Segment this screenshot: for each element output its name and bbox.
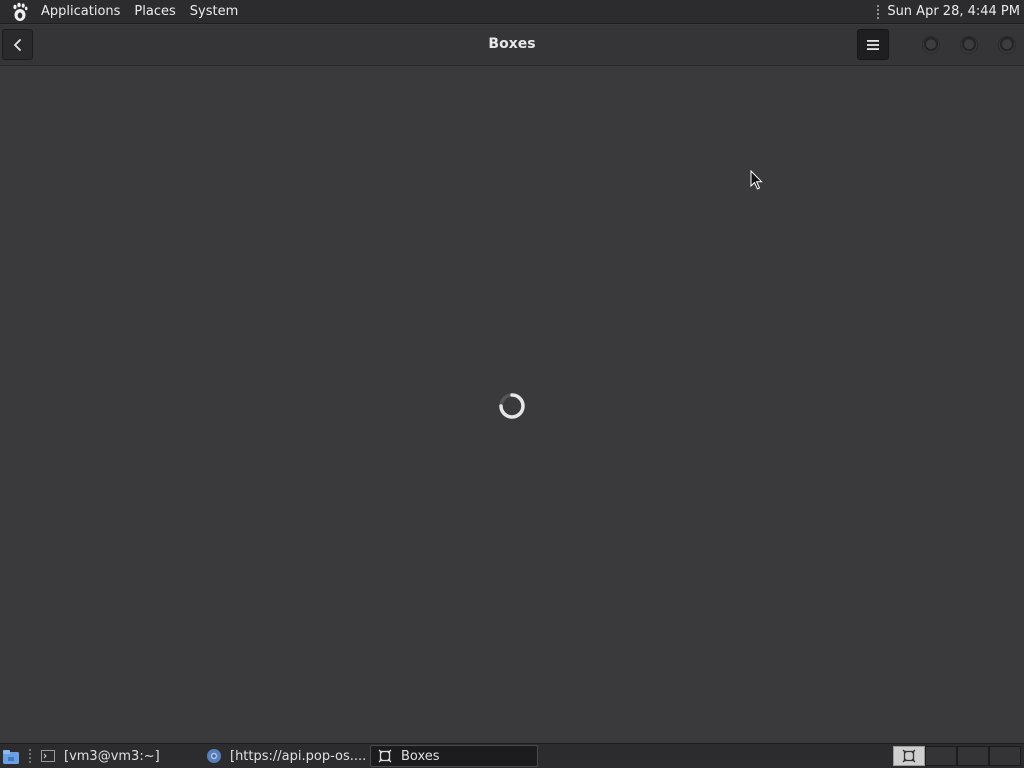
task-browser[interactable]: [https://api.pop-os....: [200, 745, 368, 767]
taskbar-handle[interactable]: [28, 748, 32, 764]
workspace-4[interactable]: [989, 746, 1021, 766]
task-label: Boxes: [401, 748, 440, 764]
task-label: [https://api.pop-os....: [230, 748, 367, 764]
close-button[interactable]: [998, 36, 1016, 54]
desktop-icon: [3, 749, 19, 764]
main-menu-button[interactable]: [857, 29, 889, 60]
show-desktop-button[interactable]: [0, 746, 22, 767]
minimize-button[interactable]: [922, 36, 940, 54]
boxes-icon: [377, 748, 393, 764]
boxes-content-area: [0, 66, 1024, 743]
terminal-icon: [40, 748, 56, 764]
bottom-taskbar: [vm3@vm3:~] [https://api.pop-os.... Boxe…: [0, 743, 1024, 768]
mouse-cursor-icon: [750, 170, 763, 190]
workspace-3[interactable]: [957, 746, 989, 766]
workspace-2[interactable]: [925, 746, 957, 766]
hamburger-menu-icon: [867, 39, 879, 50]
browser-icon: [206, 748, 222, 764]
maximize-button[interactable]: [960, 36, 978, 54]
task-terminal[interactable]: [vm3@vm3:~]: [34, 745, 199, 767]
window-headerbar: Boxes: [0, 25, 1024, 66]
panel-drag-handle[interactable]: [876, 3, 881, 20]
task-label: [vm3@vm3:~]: [64, 748, 160, 764]
menu-system[interactable]: System: [183, 0, 245, 24]
chevron-left-icon: [13, 38, 21, 51]
workspace-1[interactable]: [893, 746, 925, 766]
menu-applications[interactable]: Applications: [34, 0, 127, 24]
menu-places[interactable]: Places: [127, 0, 182, 24]
boxes-icon: [902, 749, 916, 763]
task-boxes[interactable]: Boxes: [370, 745, 538, 767]
back-button[interactable]: [2, 29, 33, 60]
loading-spinner-icon: [499, 393, 525, 419]
top-panel: Applications Places System Sun Apr 28, 4…: [0, 0, 1024, 24]
clock[interactable]: Sun Apr 28, 4:44 PM: [887, 4, 1024, 19]
gnome-foot-icon[interactable]: [10, 2, 30, 22]
